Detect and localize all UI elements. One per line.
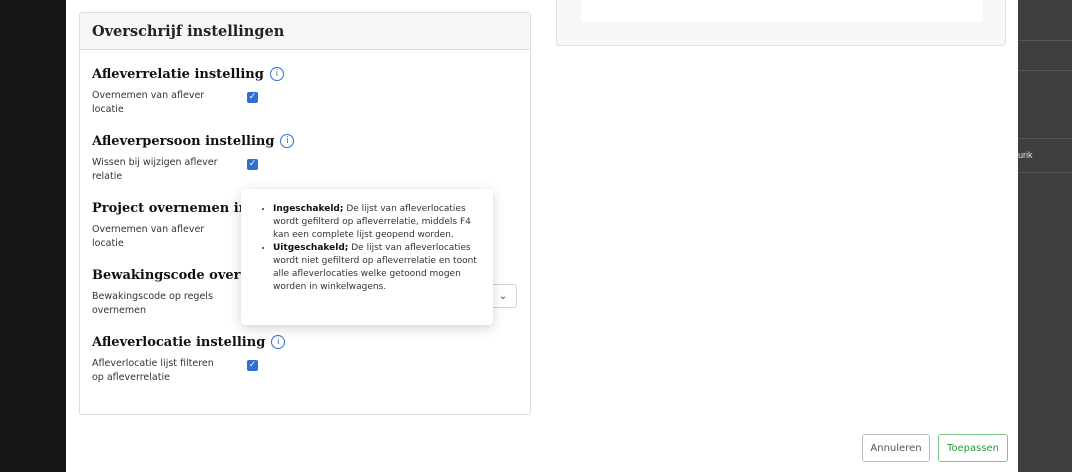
card-header: Overschrijf instellingen [80,13,530,50]
tooltip-item: Ingeschakeld; De lijst van afleverlocati… [273,203,479,242]
overlay-divider [1018,138,1072,139]
tooltip-item-bold: Uitgeschakeld; [273,243,349,253]
info-tooltip: Ingeschakeld; De lijst van afleverlocati… [241,189,493,325]
setting-description: Afleverlocatie lijst filteren op aflever… [92,358,214,383]
bewakingscode-select[interactable]: ⌄ [490,284,517,308]
checkmark-icon: ✓ [248,92,257,102]
setting-description: Overnemen van aflever locatie [92,224,205,249]
setting-row: Overnemen van aflever locatie ✓ [92,89,512,117]
setting-afleverpersoon: Afleverpersoon instelling i Wissen bij w… [92,132,512,184]
setting-description: Wissen bij wijzigen aflever relatie [92,157,218,182]
chevron-down-icon: ⌄ [498,290,508,302]
cancel-button[interactable]: Annuleren [862,434,930,462]
overlay-text: urik [1018,150,1033,160]
tooltip-list: Ingeschakeld; De lijst van afleverlocati… [261,203,479,294]
overlay-divider [1018,40,1072,41]
left-dark-strip [0,0,66,472]
setting-row: Wissen bij wijzigen aflever relatie ✓ [92,156,512,184]
tooltip-item-bold: Ingeschakeld; [273,204,344,214]
checkbox-afleverpersoon[interactable]: ✓ [247,159,258,170]
card-title: Overschrijf instellingen [92,23,285,40]
setting-title: Afleverlocatie instelling i [92,333,512,351]
right-panel [556,0,1006,46]
setting-title-text: Afleverpersoon instelling [92,133,275,149]
info-icon[interactable]: i [269,67,284,81]
setting-afleverrelatie: Afleverrelatie instelling i Overnemen va… [92,65,512,117]
setting-afleverlocatie: Afleverlocatie instelling i Afleverlocat… [92,333,512,385]
setting-description: Overnemen van aflever locatie [92,90,205,115]
overlay-divider [1018,172,1072,173]
checkbox-afleverlocatie[interactable]: ✓ [247,360,258,371]
setting-description: Bewakingscode op regels overnemen [92,291,213,316]
setting-row: Afleverlocatie lijst filteren op aflever… [92,357,512,385]
setting-title: Afleverrelatie instelling i [92,65,512,83]
setting-title: Afleverpersoon instelling i [92,132,512,150]
checkbox-afleverrelatie[interactable]: ✓ [247,92,258,103]
info-icon[interactable]: i [280,134,295,148]
setting-title-text: Afleverrelatie instelling [92,66,264,82]
background-overlay: urik [1018,0,1072,472]
checkmark-icon: ✓ [248,159,257,169]
info-icon[interactable]: i [271,335,286,349]
overlay-divider [1018,70,1072,71]
tooltip-item: Uitgeschakeld; De lijst van afleverlocat… [273,242,479,294]
apply-button[interactable]: Toepassen [938,434,1008,462]
setting-title-text: Afleverlocatie instelling [92,334,266,350]
checkmark-icon: ✓ [248,360,257,370]
right-panel-content [581,0,983,22]
